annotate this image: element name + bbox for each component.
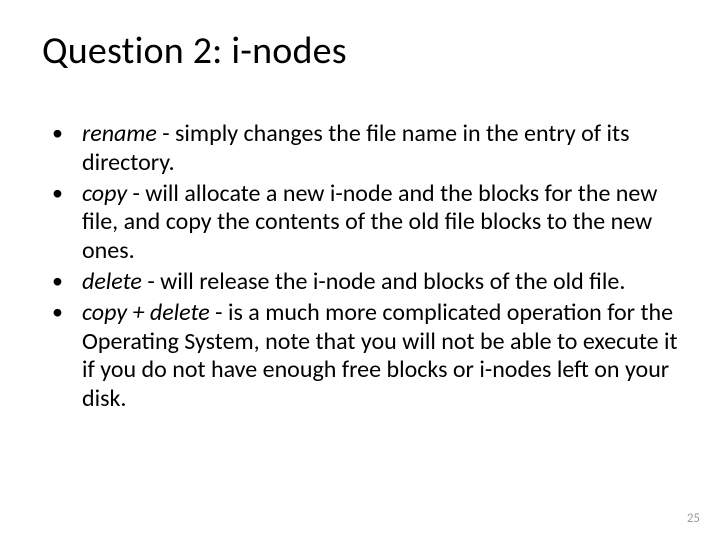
bullet-term: copy	[82, 179, 127, 208]
list-item: copy + delete - is a much more complicat…	[46, 299, 678, 414]
bullet-term: rename	[82, 119, 157, 148]
bullet-term: copy + delete	[82, 298, 210, 327]
page-number: 25	[687, 511, 700, 526]
list-item: delete - will release the i-node and blo…	[46, 268, 678, 297]
slide: Question 2: i-nodes rename - simply chan…	[0, 0, 720, 540]
bullet-text: - will release the i-node and blocks of …	[142, 267, 626, 296]
bullet-term: delete	[82, 267, 142, 296]
list-item: rename - simply changes the file name in…	[46, 120, 678, 178]
bullet-text: - will allocate a new i-node and the blo…	[82, 179, 657, 266]
slide-title: Question 2: i-nodes	[42, 28, 678, 74]
list-item: copy - will allocate a new i-node and th…	[46, 180, 678, 266]
bullet-text: - simply changes the file name in the en…	[82, 119, 629, 177]
bullet-list: rename - simply changes the file name in…	[42, 120, 678, 414]
